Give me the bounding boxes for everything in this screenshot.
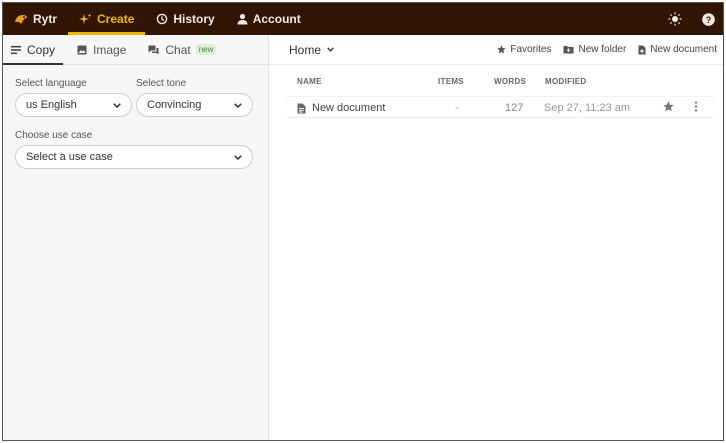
new-folder-label: New folder [578, 44, 627, 55]
nav-account-label: Account [252, 12, 301, 26]
document-name[interactable]: New document [297, 102, 385, 114]
chevron-down-icon [234, 102, 242, 108]
left-panel: Copy Image Chat new Select language us E… [3, 35, 269, 440]
table-header: NAME ITEMS WORDS MODIFIED [269, 77, 723, 91]
tone-select[interactable]: Convincing [136, 93, 253, 117]
star-icon [497, 45, 507, 54]
tab-copy[interactable]: Copy [3, 35, 64, 65]
language-value: us English [26, 99, 77, 111]
image-icon [77, 45, 87, 55]
document-name-text: New document [312, 102, 386, 114]
tab-chat-label: Chat [165, 42, 191, 57]
new-document-button[interactable]: New document [638, 44, 717, 55]
column-words[interactable]: WORDS [494, 77, 526, 86]
tab-chat[interactable]: Chat new [140, 35, 224, 64]
use-case-label: Choose use case [15, 130, 93, 141]
document-items: - [455, 102, 459, 114]
use-case-placeholder: Select a use case [26, 151, 113, 163]
new-folder-button[interactable]: New folder [563, 44, 626, 55]
app-window: Rytr Create History Account ? Copy Image… [2, 2, 724, 441]
table-row[interactable]: New document - 127 Sep 27, 11:23 am [285, 96, 715, 118]
chat-icon [148, 45, 159, 55]
documents-panel: Home Favorites New folder New document N… [269, 35, 723, 440]
new-badge: new [195, 44, 217, 55]
tab-copy-label: Copy [27, 42, 56, 57]
documents-toolbar: Home Favorites New folder New document [269, 35, 723, 65]
breadcrumb-home-label: Home [289, 42, 322, 57]
nav-history[interactable]: History [145, 3, 225, 35]
help-icon[interactable]: ? [702, 12, 715, 26]
column-name[interactable]: NAME [297, 77, 322, 86]
more-options-icon[interactable] [694, 101, 698, 115]
chevron-down-icon [327, 47, 334, 52]
chevron-down-icon [234, 154, 242, 160]
rytr-logo-icon [14, 13, 28, 25]
tone-label: Select tone [136, 78, 187, 89]
tab-image-label: Image [93, 42, 127, 57]
document-modified: Sep 27, 11:23 am [544, 102, 631, 114]
document-words: 127 [505, 102, 524, 114]
folder-plus-icon [563, 45, 574, 54]
document-icon [297, 103, 306, 114]
lines-icon [11, 45, 21, 54]
logo[interactable]: Rytr [3, 3, 68, 35]
person-icon [237, 13, 248, 25]
sparkle-icon [79, 13, 92, 25]
nav-create[interactable]: Create [68, 3, 146, 35]
tab-image[interactable]: Image [69, 35, 134, 64]
top-nav: Rytr Create History Account ? [3, 3, 723, 35]
favorite-star-icon[interactable] [663, 101, 674, 115]
language-label: Select language [15, 78, 87, 89]
language-select[interactable]: us English [15, 93, 132, 117]
column-items[interactable]: ITEMS [438, 77, 464, 86]
top-right-actions: ? [668, 12, 723, 26]
breadcrumb-home[interactable]: Home [289, 43, 334, 57]
document-plus-icon [638, 45, 646, 55]
tone-value: Convincing [147, 99, 202, 111]
favorites-label: Favorites [510, 44, 552, 55]
chevron-down-icon [113, 102, 121, 108]
history-icon [156, 13, 168, 25]
new-document-label: New document [650, 44, 717, 55]
nav-history-label: History [173, 12, 215, 26]
svg-text:?: ? [706, 15, 712, 25]
toolbar-actions: Favorites New folder New document [497, 44, 723, 55]
logo-text: Rytr [33, 12, 58, 26]
nav-account[interactable]: Account [226, 3, 312, 35]
sun-icon[interactable] [668, 12, 682, 26]
use-case-select[interactable]: Select a use case [15, 145, 253, 169]
left-tabs: Copy Image Chat new [3, 35, 268, 65]
column-modified[interactable]: MODIFIED [545, 77, 587, 86]
nav-create-label: Create [97, 12, 135, 26]
favorites-button[interactable]: Favorites [497, 44, 551, 55]
